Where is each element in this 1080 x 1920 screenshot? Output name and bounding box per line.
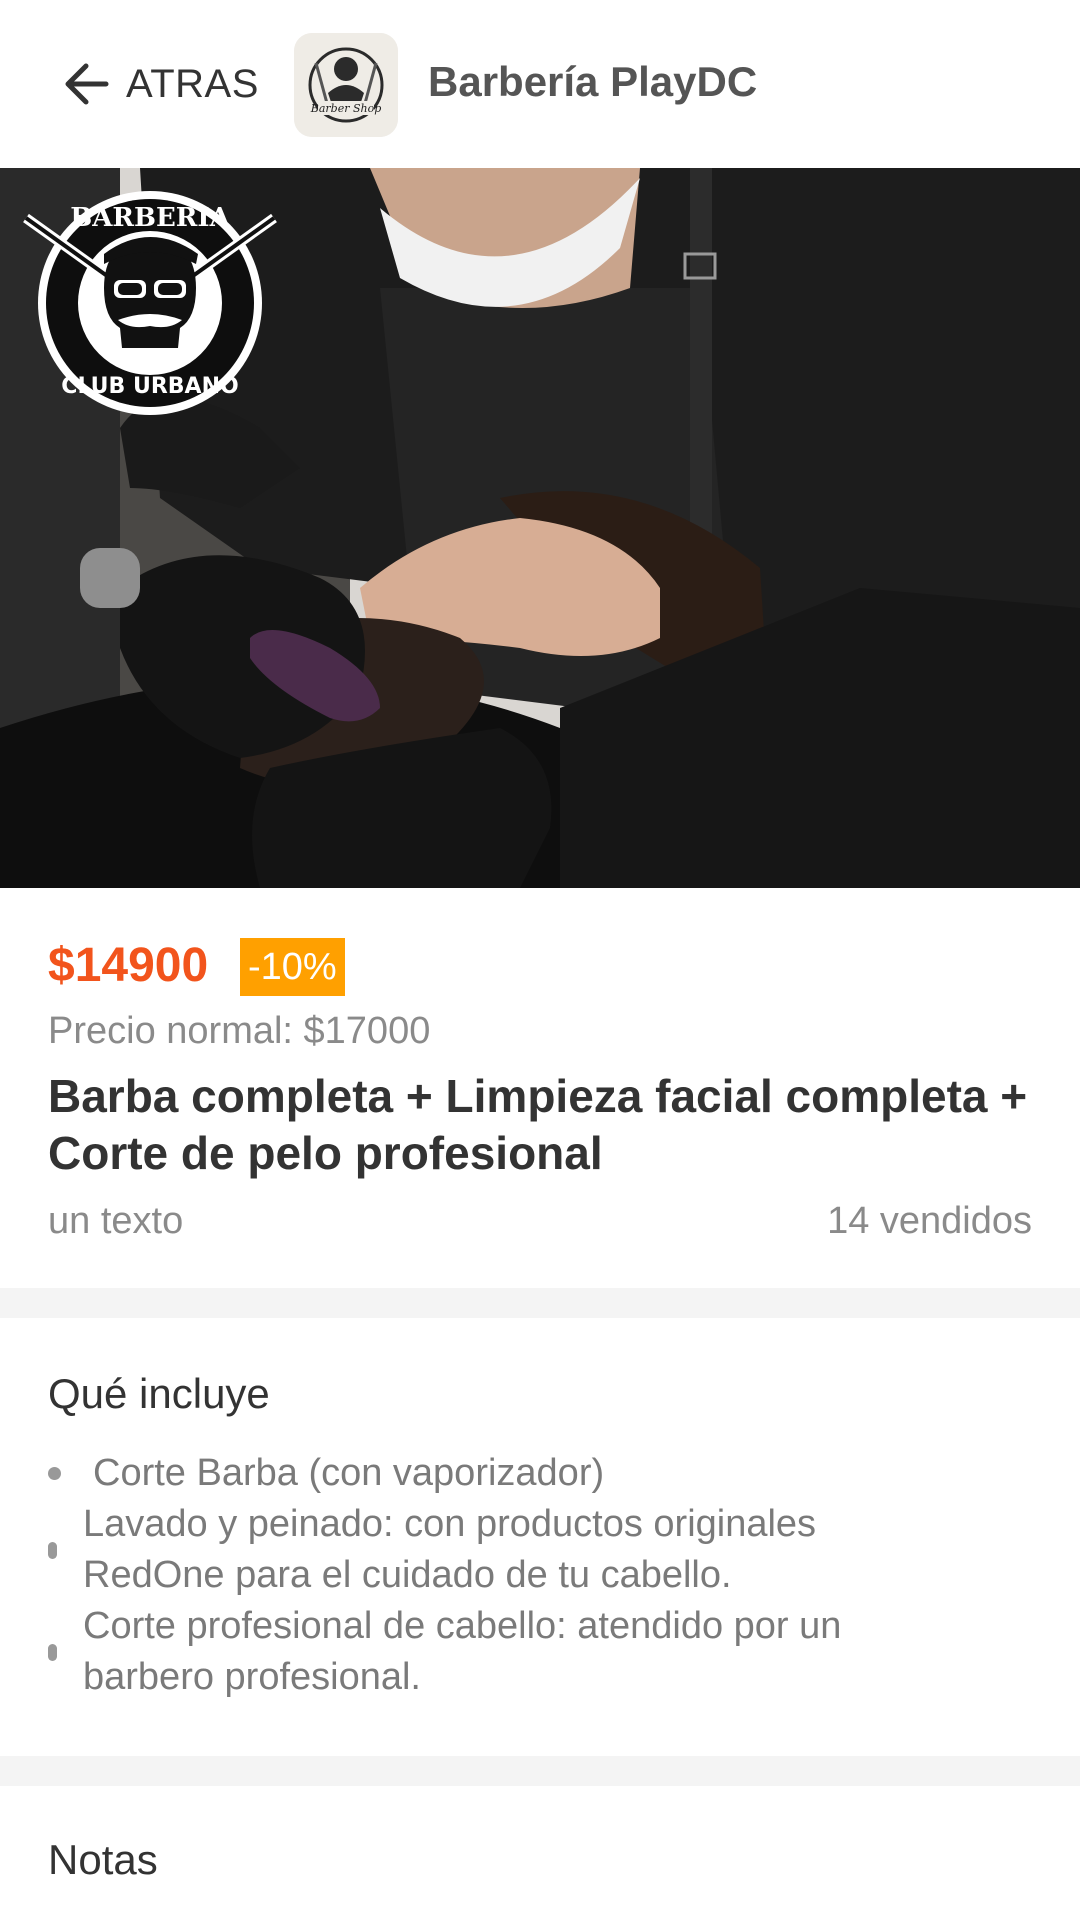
back-label: ATRAS [126, 61, 259, 106]
svg-text:BARBERIA: BARBERIA [70, 203, 230, 233]
svg-text:CLUB URBANO: CLUB URBANO [61, 374, 238, 399]
includes-section: Qué incluye Corte Barba (con vaporizador… [0, 1320, 1080, 1756]
shop-name: Barbería PlayDC [428, 58, 758, 105]
section-divider [0, 1288, 1080, 1318]
sold-count: 14 vendidos [827, 1200, 1032, 1242]
bullet-icon [48, 1541, 57, 1559]
top-bar: ATRAS Barber Shop Barbería PlayDC [0, 0, 1080, 168]
includes-title: Qué incluye [48, 1370, 270, 1417]
notes-section: Notas [0, 1786, 1080, 1920]
price: $14900 [48, 939, 209, 992]
arrow-left-icon [65, 63, 109, 105]
section-divider [0, 1756, 1080, 1786]
back-button[interactable]: ATRAS [60, 58, 259, 110]
bullet-icon [48, 1643, 57, 1661]
product-info: $14900 -10% Precio normal: $17000 Barba … [0, 888, 1080, 1288]
product-title: Barba completa + Limpieza facial complet… [48, 1070, 1028, 1179]
bullet-icon [48, 1467, 61, 1480]
includes-list: Corte Barba (con vaporizador) Lavado y p… [48, 1448, 1038, 1703]
svg-text:Barber Shop: Barber Shop [310, 102, 382, 115]
notes-title: Notas [48, 1836, 158, 1883]
discount-badge: -10% [240, 938, 345, 996]
list-item: Lavado y peinado: con productos original… [48, 1499, 1038, 1601]
list-item: Corte profesional de cabello: atendido p… [48, 1601, 1038, 1703]
product-image: BARBERIA CLUB URBANO [0, 168, 1080, 888]
shop-logo[interactable]: Barber Shop [294, 33, 398, 137]
list-item: Corte Barba (con vaporizador) [48, 1448, 1038, 1499]
normal-price: Precio normal: $17000 [48, 1010, 431, 1052]
product-subtext: un texto [48, 1200, 184, 1242]
